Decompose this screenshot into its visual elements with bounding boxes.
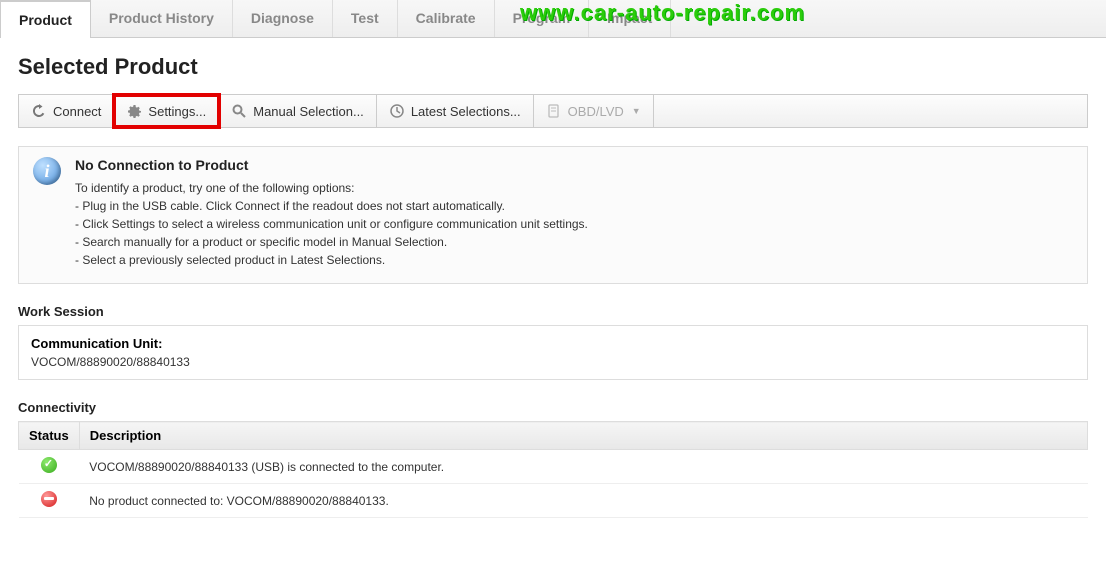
manual-label: Manual Selection... — [253, 104, 364, 119]
info-line: - Search manually for a product or speci… — [75, 233, 588, 251]
info-title: No Connection to Product — [75, 157, 588, 173]
info-line: - Click Settings to select a wireless co… — [75, 215, 588, 233]
tab-calibrate[interactable]: Calibrate — [398, 0, 495, 37]
table-row: VOCOM/88890020/88840133 (USB) is connect… — [19, 450, 1088, 484]
search-icon — [231, 103, 247, 119]
obd-label: OBD/LVD — [568, 104, 624, 119]
latest-selections-button[interactable]: Latest Selections... — [377, 95, 534, 127]
page-title: Selected Product — [18, 54, 1088, 80]
document-icon — [546, 103, 562, 119]
row-description: No product connected to: VOCOM/88890020/… — [79, 484, 1087, 518]
status-error-icon — [41, 491, 57, 507]
work-session-box: Communication Unit: VOCOM/88890020/88840… — [18, 325, 1088, 380]
refresh-icon — [31, 103, 47, 119]
clock-icon — [389, 103, 405, 119]
latest-label: Latest Selections... — [411, 104, 521, 119]
status-ok-icon — [41, 457, 57, 473]
info-intro: To identify a product, try one of the fo… — [75, 179, 588, 197]
info-line: - Select a previously selected product i… — [75, 251, 588, 269]
tab-program[interactable]: Program — [495, 0, 590, 37]
connect-label: Connect — [53, 104, 101, 119]
settings-button[interactable]: Settings... — [114, 95, 219, 127]
settings-label: Settings... — [148, 104, 206, 119]
work-session-label: Work Session — [18, 304, 1088, 319]
tab-product-history[interactable]: Product History — [91, 0, 233, 37]
gear-icon — [126, 103, 142, 119]
tab-product[interactable]: Product — [0, 0, 91, 38]
table-header-status: Status — [19, 422, 80, 450]
connectivity-table: Status Description VOCOM/88890020/888401… — [18, 421, 1088, 518]
table-header-description: Description — [79, 422, 1087, 450]
tab-diagnose[interactable]: Diagnose — [233, 0, 333, 37]
tab-test[interactable]: Test — [333, 0, 398, 37]
info-icon: i — [33, 157, 61, 185]
info-line: - Plug in the USB cable. Click Connect i… — [75, 197, 588, 215]
obd-lvd-button: OBD/LVD ▼ — [534, 95, 654, 127]
row-description: VOCOM/88890020/88840133 (USB) is connect… — [79, 450, 1087, 484]
communication-unit-label: Communication Unit: — [31, 336, 1075, 351]
connectivity-label: Connectivity — [18, 400, 1088, 415]
tab-bar: Product Product History Diagnose Test Ca… — [0, 0, 1106, 38]
communication-unit-value: VOCOM/88890020/88840133 — [31, 355, 1075, 369]
table-row: No product connected to: VOCOM/88890020/… — [19, 484, 1088, 518]
chevron-down-icon: ▼ — [632, 106, 641, 116]
toolbar: Connect Settings... Manual Selection... … — [18, 94, 1088, 128]
connect-button[interactable]: Connect — [19, 95, 114, 127]
tab-impact[interactable]: Impact — [589, 0, 671, 37]
info-panel: i No Connection to Product To identify a… — [18, 146, 1088, 284]
manual-selection-button[interactable]: Manual Selection... — [219, 95, 377, 127]
